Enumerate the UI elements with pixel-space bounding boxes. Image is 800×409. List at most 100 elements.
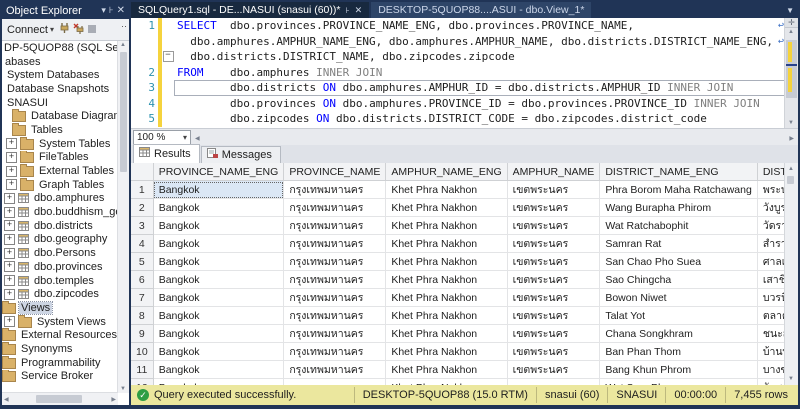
toolbar-overflow-icon[interactable]: ‥ (121, 19, 127, 30)
tree-item[interactable]: +dbo.zipcodes (2, 287, 118, 301)
scroll-up-icon[interactable]: ▲ (120, 42, 126, 48)
grid-cell[interactable]: Bangkok (153, 307, 284, 325)
grid-cell[interactable]: กรุงเทพมหานคร (284, 343, 386, 361)
expand-icon[interactable]: + (4, 220, 15, 231)
close-icon[interactable]: ✕ (355, 5, 363, 16)
window-menu-icon[interactable]: ▾ (101, 5, 106, 16)
tree-item[interactable]: Database Diagrams (2, 109, 118, 123)
grid-cell[interactable]: เขตพระนคร (507, 181, 600, 199)
tree-item[interactable]: +dbo.Persons (2, 246, 118, 260)
tree-item[interactable]: External Resources (2, 328, 118, 342)
code-line[interactable]: 4 dbo.provinces ON dbo.amphures.PROVINCE… (131, 96, 785, 112)
scrollbar-thumb[interactable] (120, 52, 127, 172)
expand-icon[interactable]: + (4, 207, 15, 218)
tree-item[interactable]: DP-5QUOP88 (SQL Server 1 (2, 41, 118, 55)
grid-cell[interactable]: Khet Phra Nakhon (386, 271, 507, 289)
expand-icon[interactable]: + (4, 289, 15, 300)
object-explorer-vertical-scrollbar[interactable]: ▲ ▼ (117, 41, 129, 393)
column-header[interactable]: AMPHUR_NAME_ENG (386, 163, 507, 181)
code-line[interactable]: 5 dbo.zipcodes ON dbo.districts.DISTRICT… (131, 111, 785, 127)
grid-cell[interactable]: Bangkok (153, 235, 284, 253)
expand-icon[interactable]: + (6, 138, 17, 149)
grid-cell[interactable]: Ban Phan Thom (600, 343, 758, 361)
row-header[interactable]: 3 (131, 217, 153, 235)
tree-item[interactable]: Service Broker (2, 370, 118, 384)
expand-icon[interactable]: + (6, 179, 17, 190)
tree-item[interactable]: +dbo.amphures (2, 192, 118, 206)
grid-cell[interactable]: Bangkok (153, 343, 284, 361)
expand-icon[interactable]: + (4, 248, 15, 259)
grid-cell[interactable]: กรุงเทพมหานคร (284, 289, 386, 307)
grid-cell[interactable]: กรุงเทพมหานคร (284, 325, 386, 343)
grid-cell[interactable]: เขตพระนคร (507, 361, 600, 379)
grid-cell[interactable]: Bangkok (153, 199, 284, 217)
scrollbar-thumb[interactable] (36, 395, 82, 403)
grid-cell[interactable]: กรุงเทพมหานคร (284, 307, 386, 325)
expand-icon[interactable]: + (6, 166, 17, 177)
expand-icon[interactable]: + (4, 193, 15, 204)
tree-item[interactable]: +Graph Tables (2, 178, 118, 192)
grid-cell[interactable]: Khet Phra Nakhon (386, 235, 507, 253)
row-header[interactable]: 2 (131, 199, 153, 217)
grid-cell[interactable]: Khet Phra Nakhon (386, 217, 507, 235)
tree-item[interactable]: System Databases (2, 68, 118, 82)
tree-item[interactable]: abases (2, 55, 118, 69)
tree-item[interactable]: +External Tables (2, 164, 118, 178)
grid-cell[interactable]: เขตพระนคร (507, 199, 600, 217)
expand-icon[interactable]: + (6, 152, 17, 163)
code-line[interactable]: 2FROM dbo.amphures INNER JOIN (131, 65, 785, 81)
grid-cell[interactable]: Khet Phra Nakhon (386, 307, 507, 325)
tree-item[interactable]: +dbo.geography (2, 233, 118, 247)
grid-cell[interactable]: Phra Borom Maha Ratchawang (600, 181, 758, 199)
grid-cell[interactable]: เขตพระนคร (507, 271, 600, 289)
grid-cell[interactable]: Khet Phra Nakhon (386, 325, 507, 343)
grid-cell[interactable]: Bangkok (153, 217, 284, 235)
tree-item[interactable]: Programmability (2, 356, 118, 370)
code-line[interactable]: 1SELECT dbo.provinces.PROVINCE_NAME_ENG,… (131, 18, 785, 34)
close-icon[interactable]: ✕ (117, 5, 125, 16)
grid-cell[interactable]: Khet Phra Nakhon (386, 181, 507, 199)
results-vertical-scrollbar[interactable]: ▲ ▼ (784, 163, 798, 385)
grid-cell[interactable]: Bangkok (153, 289, 284, 307)
disconnect-plug-icon[interactable] (73, 23, 84, 37)
splitter-grip-icon[interactable]: ✛ (785, 18, 798, 28)
tree-item[interactable]: Database Snapshots (2, 82, 118, 96)
grid-cell[interactable]: Wat Ratchabophit (600, 217, 758, 235)
row-header[interactable]: 10 (131, 343, 153, 361)
expand-icon[interactable]: + (4, 275, 15, 286)
scroll-right-icon[interactable]: ▶ (111, 396, 116, 403)
column-header[interactable]: PROVINCE_NAME (284, 163, 386, 181)
grid-cell[interactable]: Bangkok (153, 325, 284, 343)
scroll-left-icon[interactable]: ◀ (195, 135, 200, 142)
code-line[interactable]: − dbo.districts.DISTRICT_NAME, dbo.zipco… (131, 49, 785, 65)
sql-code[interactable]: 1SELECT dbo.provinces.PROVINCE_NAME_ENG,… (131, 18, 785, 128)
grid-cell[interactable]: Wang Burapha Phirom (600, 199, 758, 217)
scroll-left-icon[interactable]: ◀ (4, 396, 9, 403)
grid-cell[interactable]: Khet Phra Nakhon (386, 361, 507, 379)
grid-cell[interactable]: กรุงเทพมหานคร (284, 199, 386, 217)
grid-cell[interactable]: Bangkok (153, 271, 284, 289)
grid-cell[interactable]: เขตพระนคร (507, 307, 600, 325)
pin-icon[interactable]: ⊦ (109, 5, 114, 16)
connect-plug-icon[interactable] (60, 23, 69, 37)
grid-cell[interactable]: Bowon Niwet (600, 289, 758, 307)
scroll-up-icon[interactable]: ▲ (788, 166, 794, 172)
tree-item[interactable]: Tables (2, 123, 118, 137)
grid-cell[interactable]: เขตพระนคร (507, 217, 600, 235)
grid-cell[interactable]: Sao Chingcha (600, 271, 758, 289)
row-header[interactable]: 6 (131, 271, 153, 289)
grid-cell[interactable]: เขตพระนคร (507, 253, 600, 271)
scroll-down-icon[interactable]: ▼ (120, 386, 126, 392)
select-all-corner[interactable] (131, 163, 153, 181)
object-explorer-horizontal-scrollbar[interactable]: ◀ ▶ (2, 392, 118, 405)
row-header[interactable]: 9 (131, 325, 153, 343)
grid-cell[interactable]: กรุงเทพมหานคร (284, 271, 386, 289)
tree-item[interactable]: +dbo.provinces (2, 260, 118, 274)
grid-cell[interactable]: เขตพระนคร (507, 325, 600, 343)
tree-item[interactable]: +dbo.buddhism_geo (2, 205, 118, 219)
tree-item[interactable]: +FileTables (2, 151, 118, 165)
grid-cell[interactable]: Khet Phra Nakhon (386, 343, 507, 361)
grid-cell[interactable]: กรุงเทพมหานคร (284, 253, 386, 271)
grid-cell[interactable]: San Chao Pho Suea (600, 253, 758, 271)
code-line[interactable]: 3 dbo.districts ON dbo.amphures.AMPHUR_I… (131, 80, 785, 96)
